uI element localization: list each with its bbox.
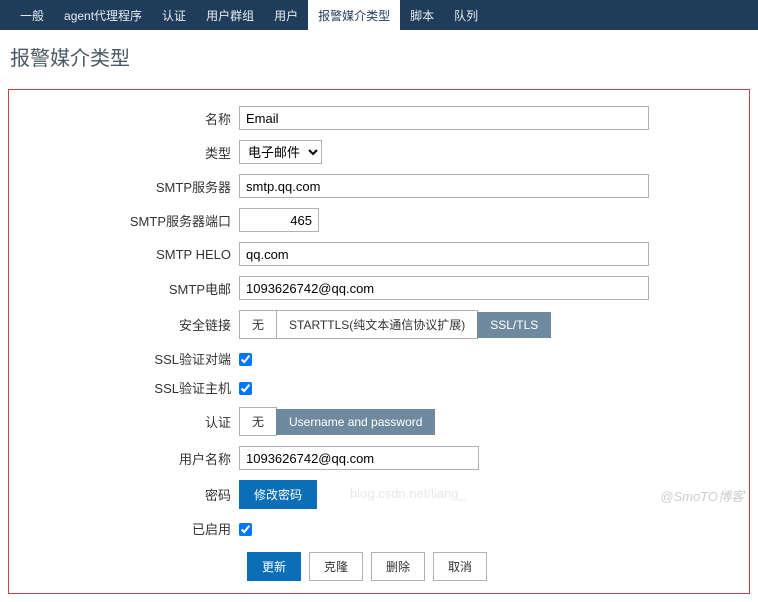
smtp-port-input[interactable] (239, 208, 319, 232)
nav-mediatypes[interactable]: 报警媒介类型 (308, 0, 400, 31)
action-bar: 更新 克隆 删除 取消 (247, 548, 729, 585)
nav-general[interactable]: 一般 (10, 0, 54, 31)
clone-button[interactable]: 克隆 (309, 552, 363, 581)
smtp-helo-label: SMTP HELO (29, 247, 239, 262)
ssl-peer-checkbox[interactable] (239, 353, 252, 366)
nav-queue[interactable]: 队列 (444, 0, 488, 31)
smtp-helo-input[interactable] (239, 242, 649, 266)
change-password-button[interactable]: 修改密码 (239, 480, 317, 509)
ssl-host-label: SSL验证主机 (29, 378, 239, 397)
form-container: 名称 类型 电子邮件 SMTP服务器 SMTP服务器端口 SMTP HELO S… (8, 89, 750, 594)
enabled-checkbox[interactable] (239, 523, 252, 536)
smtp-port-label: SMTP服务器端口 (29, 211, 239, 230)
top-nav: 一般 agent代理程序 认证 用户群组 用户 报警媒介类型 脚本 队列 (0, 0, 758, 30)
delete-button[interactable]: 删除 (371, 552, 425, 581)
name-input[interactable] (239, 106, 649, 130)
nav-usergroups[interactable]: 用户群组 (196, 0, 264, 31)
name-label: 名称 (29, 109, 239, 128)
security-starttls[interactable]: STARTTLS(纯文本通信协议扩展) (276, 310, 478, 339)
security-segment: 无 STARTTLS(纯文本通信协议扩展) SSL/TLS (239, 310, 551, 339)
smtp-server-label: SMTP服务器 (29, 177, 239, 196)
cancel-button[interactable]: 取消 (433, 552, 487, 581)
smtp-server-input[interactable] (239, 174, 649, 198)
ssl-peer-label: SSL验证对端 (29, 349, 239, 368)
auth-userpass[interactable]: Username and password (276, 409, 435, 435)
security-label: 安全链接 (29, 315, 239, 334)
smtp-email-label: SMTP电邮 (29, 279, 239, 298)
password-label: 密码 (29, 485, 239, 504)
nav-agent[interactable]: agent代理程序 (54, 0, 152, 31)
security-ssltls[interactable]: SSL/TLS (477, 312, 551, 338)
nav-auth[interactable]: 认证 (152, 0, 196, 31)
page-title: 报警媒介类型 (0, 30, 758, 81)
enabled-label: 已启用 (29, 519, 239, 538)
auth-segment: 无 Username and password (239, 407, 435, 436)
username-label: 用户名称 (29, 449, 239, 468)
auth-none[interactable]: 无 (239, 407, 277, 436)
username-input[interactable] (239, 446, 479, 470)
auth-label: 认证 (29, 412, 239, 431)
nav-scripts[interactable]: 脚本 (400, 0, 444, 31)
type-label: 类型 (29, 143, 239, 162)
update-button[interactable]: 更新 (247, 552, 301, 581)
ssl-host-checkbox[interactable] (239, 382, 252, 395)
type-select[interactable]: 电子邮件 (239, 140, 322, 164)
smtp-email-input[interactable] (239, 276, 649, 300)
nav-users[interactable]: 用户 (264, 0, 308, 31)
security-none[interactable]: 无 (239, 310, 277, 339)
